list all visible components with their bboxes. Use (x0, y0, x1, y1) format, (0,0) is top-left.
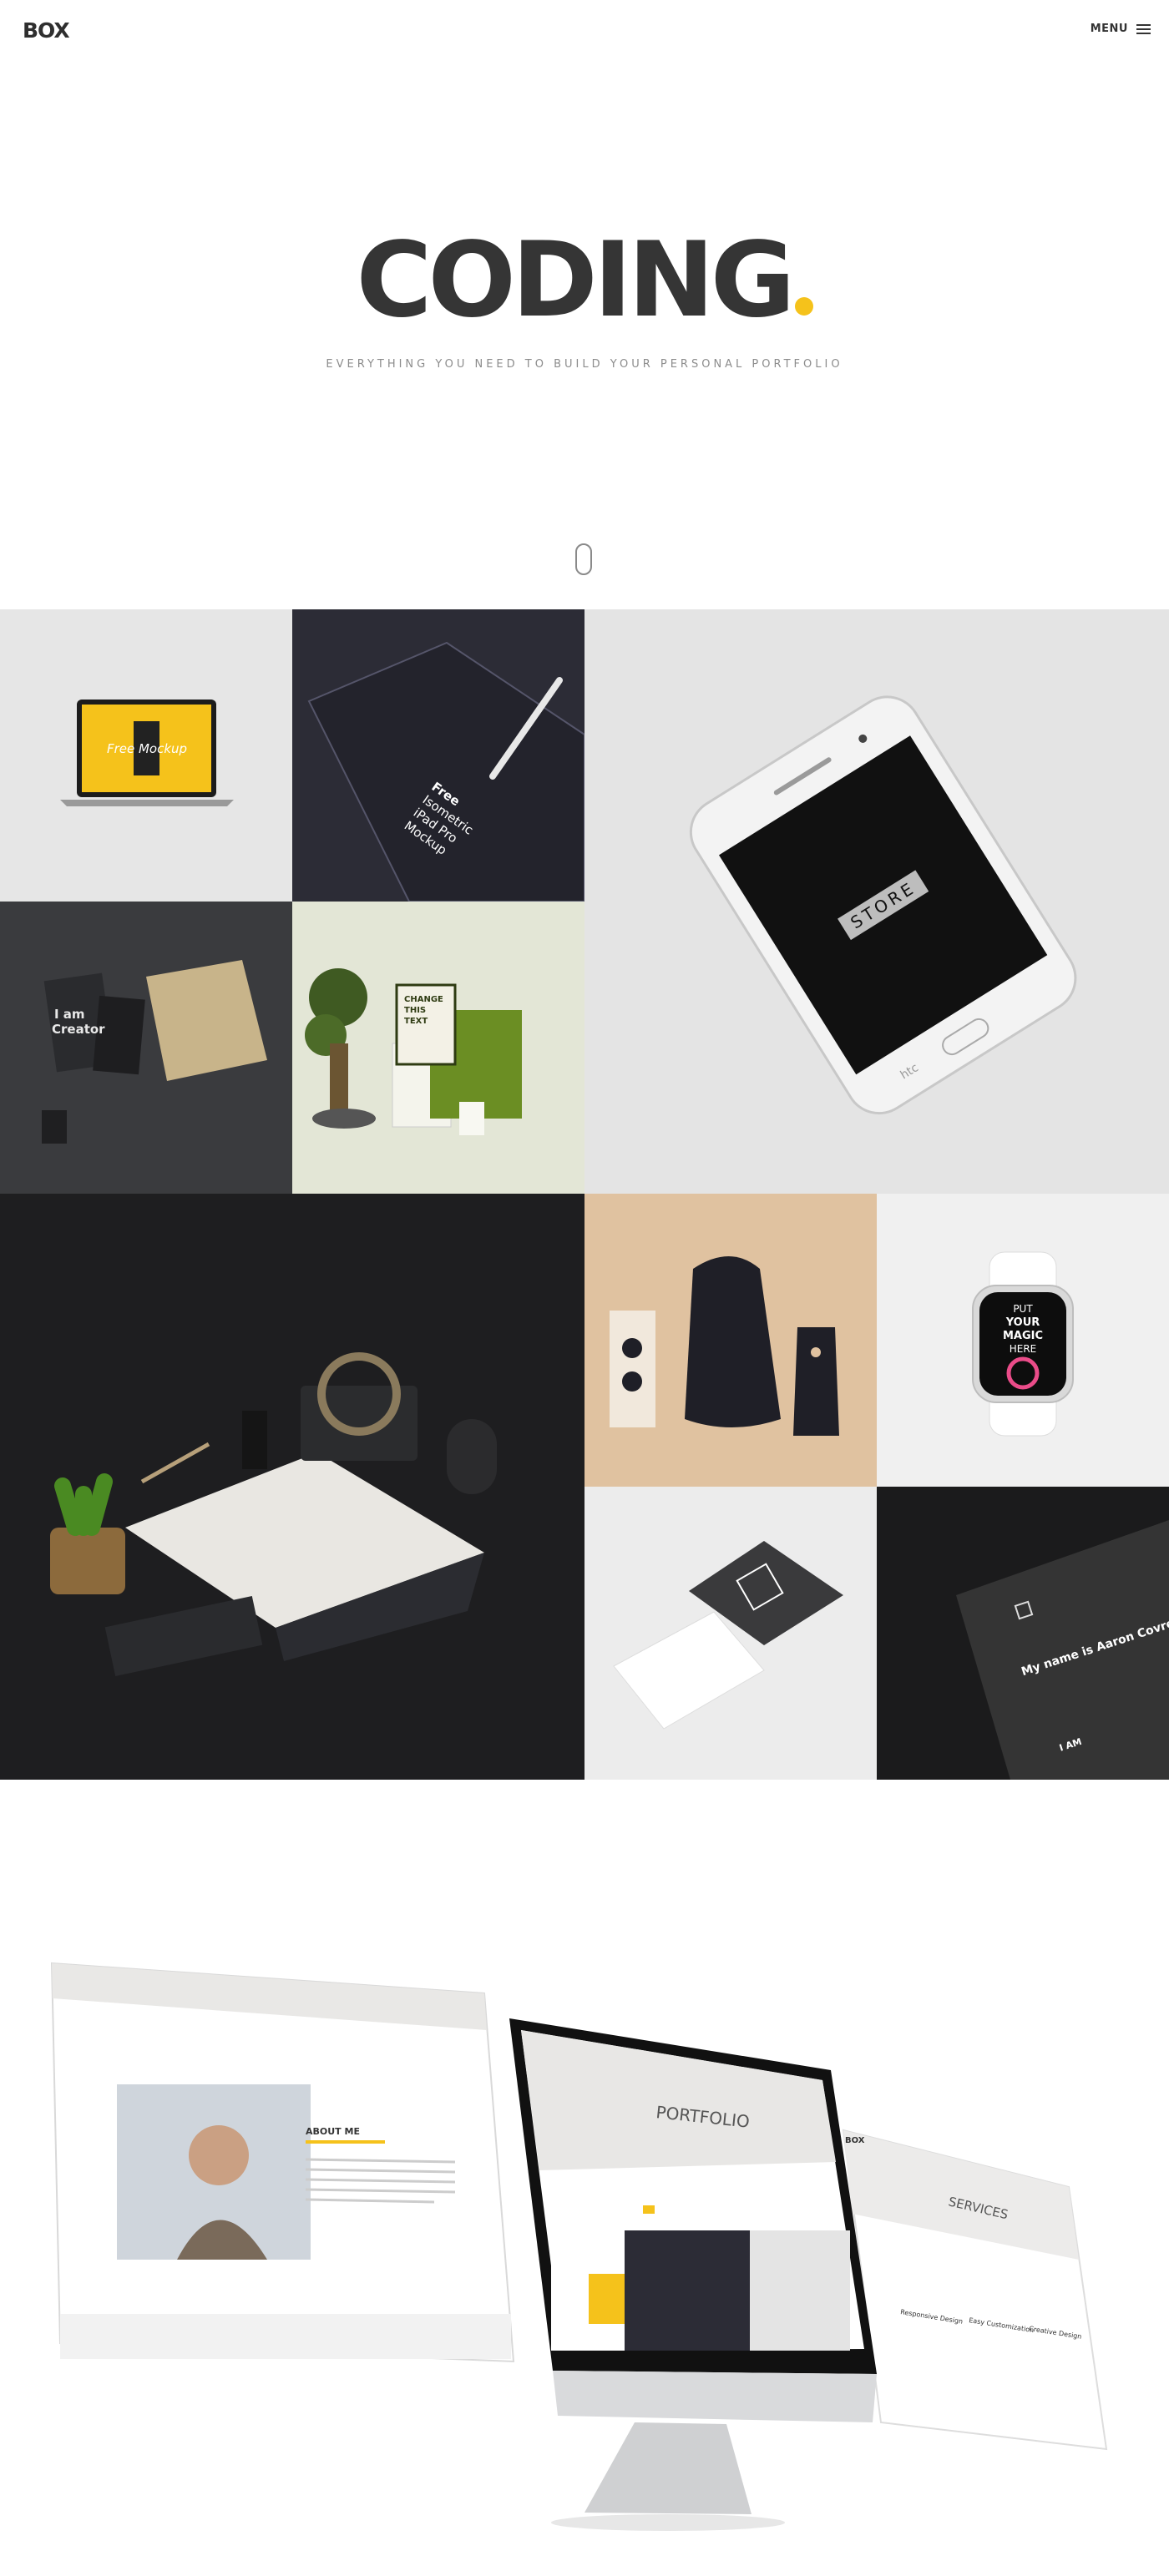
branding-text-2: THIS (404, 1006, 426, 1015)
watch-text-1: PUT (1013, 1303, 1033, 1315)
scroll-down-icon[interactable] (575, 543, 592, 575)
portfolio-item-laptop[interactable]: Free Mockup (0, 609, 292, 902)
hero-section: CODING EVERYTHING YOU NEED TO BUILD YOUR… (0, 62, 1169, 609)
watch-text-3: MAGIC (1003, 1330, 1043, 1342)
portfolio-item-stationery[interactable]: I am Creator (0, 902, 292, 1194)
portfolio-item-watch[interactable]: PUT YOUR MAGIC HERE (877, 1194, 1169, 1487)
hero-subtitle: EVERYTHING YOU NEED TO BUILD YOUR PERSON… (326, 358, 843, 371)
hero-title-text: CODING (356, 220, 795, 341)
device-showcase-image: ABOUT ME BOX SERVICES Responsive Design … (50, 1962, 1108, 2531)
branding-text-3: TEXT (404, 1017, 428, 1026)
card-mockup-image: My name is Aaron Covre and I am always s… (956, 1487, 1169, 1780)
menu-label: MENU (1090, 23, 1128, 35)
portfolio-item-bag[interactable] (584, 1194, 877, 1487)
laptop-mockup-image: Free Mockup (60, 700, 234, 806)
business-cards-mockup-image (613, 1541, 843, 1730)
logo[interactable]: BOX (23, 18, 70, 43)
stationery-text-1: I am (54, 1007, 85, 1022)
watch-text-2: YOUR (1005, 1316, 1040, 1329)
portfolio-item-card[interactable]: My name is Aaron Covre and I am always s… (877, 1487, 1169, 1780)
imac-mockup: PORTFOLIO (509, 2018, 877, 2531)
branding-text-1: CHANGE (404, 995, 443, 1004)
portfolio-grid: Free Mockup Free Isometric iPad Pro Mock… (0, 609, 1169, 1780)
ipad-mockup-image: Free Isometric iPad Pro Mockup (307, 641, 584, 902)
site-header: BOX MENU (0, 0, 1169, 62)
stationery-text-2: Creator (52, 1022, 105, 1037)
watch-mockup-image: PUT YOUR MAGIC HERE (972, 1251, 1074, 1437)
desk-mockup-image (50, 1352, 497, 1677)
phone-mockup-image: STORE htc (689, 695, 1077, 1115)
about-screen-title: ABOUT ME (306, 2126, 360, 2137)
bag-mockup-image (610, 1256, 839, 1436)
services-screen-logo: BOX (845, 2136, 865, 2145)
laptop-screen-text: Free Mockup (107, 741, 187, 756)
portfolio-item-ipad[interactable]: Free Isometric iPad Pro Mockup (292, 609, 584, 902)
hamburger-icon (1136, 23, 1151, 34)
portfolio-item-desk[interactable] (0, 1194, 584, 1780)
watch-text-4: HERE (1010, 1343, 1037, 1355)
services-screen: BOX SERVICES Responsive Design Easy Cust… (842, 2129, 1108, 2451)
device-showcase-section: ABOUT ME BOX SERVICES Responsive Design … (0, 1780, 1169, 2572)
menu-button[interactable]: MENU (1091, 23, 1151, 35)
hero-title: CODING (0, 229, 1169, 332)
about-screen: ABOUT ME (50, 1962, 515, 2363)
accent-dot (794, 297, 813, 316)
portfolio-item-branding[interactable]: CHANGE THIS TEXT (292, 902, 584, 1194)
branding-mockup-image: CHANGE THIS TEXT (305, 968, 522, 1135)
stationery-mockup-image: I am Creator (0, 902, 292, 1194)
portfolio-item-business-cards[interactable] (584, 1487, 877, 1780)
portfolio-item-phone[interactable]: STORE htc (584, 609, 1169, 1194)
